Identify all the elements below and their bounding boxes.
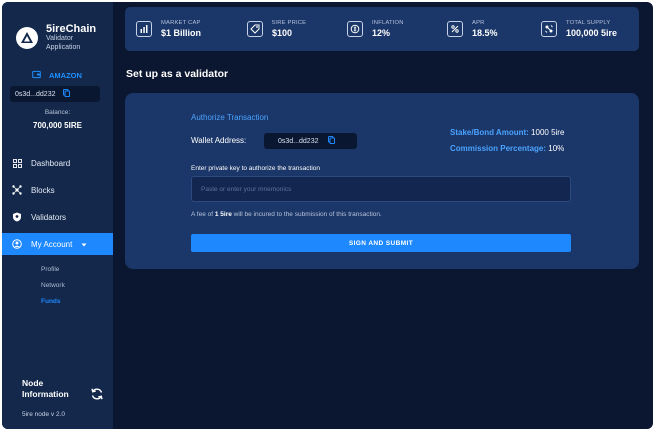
sidebar: 5ireChain Validator Application AMAZON 0…	[2, 2, 113, 429]
sidebar-item-label: Validators	[31, 212, 66, 222]
sidebar-nav: Dashboard Blocks Validators My Account	[2, 152, 113, 260]
sub-nav-funds[interactable]: Funds	[41, 294, 65, 310]
sub-nav-network[interactable]: Network	[41, 278, 65, 294]
copy-icon[interactable]	[328, 136, 336, 146]
card-heading: Authorize Transaction	[191, 113, 269, 122]
sidebar-item-validators[interactable]: Validators	[2, 206, 113, 228]
address-text: 0s3d...dd232	[15, 90, 56, 98]
balance-value: 700,000 5IRE	[33, 121, 82, 130]
account-sub-nav: Profile Network Funds	[41, 262, 65, 310]
stats-bar: MARKET CAP $1 Billion 5IRE PRICE $100 IN…	[125, 7, 639, 51]
brand-name: 5ireChain	[46, 23, 97, 36]
stat-value: 12%	[372, 28, 391, 38]
app-window: 5ireChain Validator Application AMAZON 0…	[2, 2, 653, 429]
shield-icon	[12, 212, 22, 222]
stat-market-cap: MARKET CAP $1 Billion	[136, 17, 201, 41]
brand[interactable]: 5ireChain Validator Application	[16, 20, 111, 56]
sidebar-item-label: Dashboard	[31, 158, 71, 168]
stat-value: 18.5%	[472, 28, 498, 38]
sidebar-item-label: My Account	[31, 239, 73, 249]
stat-label: TOTAL SUPPLY	[566, 20, 611, 26]
bar-chart-icon	[136, 21, 152, 37]
blocks-icon	[12, 185, 22, 195]
stat-value: $100	[272, 28, 293, 38]
brand-subtitle-2: Application	[46, 43, 81, 51]
chevron-down-icon	[81, 240, 87, 249]
stake-label: Stake/Bond Amount:	[450, 128, 529, 137]
user-circle-icon	[12, 239, 22, 249]
commission-value: 10%	[548, 144, 565, 153]
fee-suffix: will be incured to the submission of thi…	[231, 211, 382, 218]
stat-value: 100,000 5ire	[566, 28, 618, 38]
stat-label: MARKET CAP	[161, 20, 201, 26]
coin-icon	[347, 21, 363, 37]
wallet-address-label: Wallet Address:	[191, 136, 247, 145]
network-selector[interactable]: AMAZON	[32, 70, 82, 81]
supply-icon	[541, 21, 557, 37]
stat-label: 5IRE PRICE	[272, 20, 307, 26]
sidebar-item-label: Blocks	[31, 185, 55, 195]
sidebar-item-my-account[interactable]: My Account	[2, 233, 113, 255]
node-info-title: Node Information	[22, 378, 69, 400]
percent-icon	[447, 21, 463, 37]
node-information: Node Information	[22, 378, 103, 400]
grid-icon	[12, 158, 22, 168]
mnemonic-input[interactable]	[191, 176, 571, 202]
fee-amount: 1 5ire	[214, 211, 232, 218]
wallet-icon	[32, 70, 41, 81]
tag-icon	[247, 21, 263, 37]
copy-icon[interactable]	[63, 89, 71, 99]
authorize-transaction-card: Authorize Transaction Wallet Address: 0s…	[125, 93, 639, 269]
stat-label: APR	[472, 20, 485, 26]
refresh-icon[interactable]	[90, 387, 104, 401]
stake-amount: Stake/Bond Amount: 1000 5ire	[450, 128, 564, 137]
page-title: Set up as a validator	[126, 68, 229, 80]
sub-nav-profile[interactable]: Profile	[41, 262, 65, 278]
fee-note: A fee of 1 5ire will be incured to the s…	[191, 211, 382, 218]
brand-subtitle-1: Validator	[46, 35, 74, 43]
sidebar-item-dashboard[interactable]: Dashboard	[2, 152, 113, 174]
commission-percentage: Commission Percentage: 10%	[450, 144, 564, 153]
stat-5ire-price: 5IRE PRICE $100	[247, 17, 306, 41]
sign-and-submit-button[interactable]: SIGN AND SUBMIT	[191, 234, 571, 252]
node-version: 5ire node v 2.0	[22, 411, 66, 418]
stat-total-supply: TOTAL SUPPLY 100,000 5ire	[541, 17, 617, 41]
sidebar-item-blocks[interactable]: Blocks	[2, 179, 113, 201]
stat-value: $1 Billion	[161, 28, 202, 38]
stat-apr: APR 18.5%	[447, 17, 498, 41]
logo-icon	[16, 27, 38, 49]
wallet-address-chip: 0s3d...dd232	[264, 133, 357, 149]
stat-inflation: INFLATION 12%	[347, 17, 404, 41]
private-key-label: Enter private key to authorize the trans…	[191, 165, 320, 172]
fee-prefix: A fee of	[191, 211, 215, 218]
network-name: AMAZON	[49, 71, 82, 80]
commission-label: Commission Percentage:	[450, 144, 547, 153]
balance-label: Balance:	[44, 109, 71, 116]
stat-label: INFLATION	[372, 20, 404, 26]
stake-value: 1000 5ire	[531, 128, 565, 137]
address-chip: 0s3d...dd232	[10, 86, 100, 102]
wallet-address-text: 0s3d...dd232	[278, 137, 319, 145]
